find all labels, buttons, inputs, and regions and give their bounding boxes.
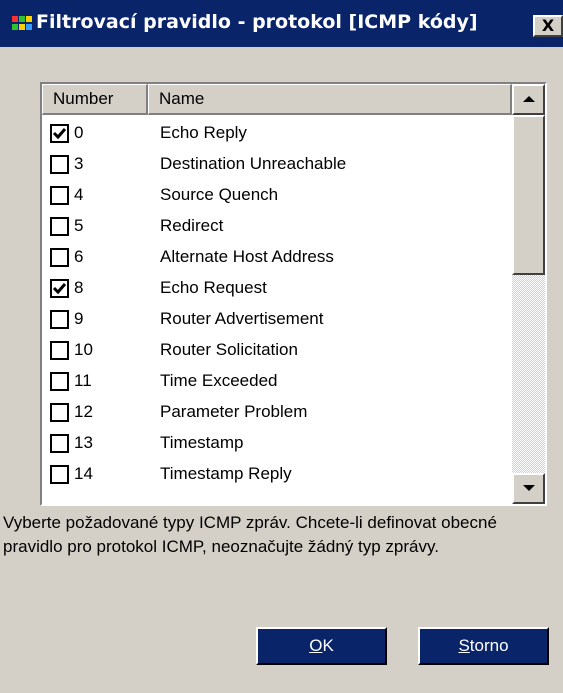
cancel-button[interactable]: Storno [418, 627, 549, 665]
row-number: 14 [74, 464, 93, 483]
row-number: 10 [74, 340, 93, 359]
row-name: Router Solicitation [160, 340, 298, 359]
ok-accelerator: O [309, 636, 323, 655]
list-item[interactable]: 12 Parameter Problem [42, 397, 512, 428]
column-header-name[interactable]: Name [148, 84, 512, 115]
row-number: 9 [74, 309, 84, 328]
row-number: 0 [74, 123, 84, 142]
row-number: 5 [74, 216, 84, 235]
vertical-scrollbar[interactable] [512, 84, 545, 504]
list-item[interactable]: 6 Alternate Host Address [42, 242, 512, 273]
column-header-number[interactable]: Number [42, 84, 148, 115]
checkmark-icon [52, 283, 67, 295]
scroll-thumb[interactable] [512, 115, 545, 275]
row-name: Redirect [160, 216, 224, 235]
row-number: 8 [74, 278, 84, 297]
row-name: Destination Unreachable [160, 154, 347, 173]
row-checkbox[interactable] [50, 434, 69, 453]
checkmark-icon [52, 128, 67, 140]
row-name: Parameter Problem [160, 402, 308, 421]
list-item[interactable]: 5 Redirect [42, 211, 512, 242]
list-item[interactable]: 10 Router Solicitation [42, 335, 512, 366]
list-header: Number Name [42, 84, 512, 115]
row-checkbox[interactable] [50, 155, 69, 174]
row-number: 12 [74, 402, 93, 421]
description-text: Vyberte požadované typy ICMP zpráv. Chce… [3, 513, 497, 556]
ok-label: K [322, 636, 334, 655]
arrow-down-icon [523, 485, 535, 491]
row-checkbox[interactable] [50, 124, 69, 143]
list-item[interactable]: 11 Time Exceeded [42, 366, 512, 397]
close-icon: X [541, 16, 555, 35]
row-checkbox[interactable] [50, 248, 69, 267]
list-item[interactable]: 0 Echo Reply [42, 118, 512, 149]
row-name: Echo Request [160, 278, 267, 297]
row-number: 4 [74, 185, 84, 204]
list-item[interactable]: 4 Source Quench [42, 180, 512, 211]
cancel-accelerator: S [458, 636, 470, 655]
row-name: Time Exceeded [160, 371, 278, 390]
row-checkbox[interactable] [50, 217, 69, 236]
app-icon [12, 16, 32, 30]
title-bar[interactable]: Filtrovací pravidlo - protokol [ICMP kód… [0, 0, 563, 47]
row-number: 3 [74, 154, 84, 173]
row-checkbox[interactable] [50, 186, 69, 205]
list-item[interactable]: 3 Destination Unreachable [42, 149, 512, 180]
row-name: Router Advertisement [160, 309, 324, 328]
row-checkbox[interactable] [50, 279, 69, 298]
row-name: Timestamp [160, 433, 244, 452]
row-number: 6 [74, 247, 84, 266]
icmp-code-list[interactable]: Number Name 0 Echo Reply 3 Destination Unre… [40, 82, 547, 506]
row-checkbox[interactable] [50, 341, 69, 360]
list-item[interactable]: 8 Echo Request [42, 273, 512, 304]
row-checkbox[interactable] [50, 372, 69, 391]
row-name: Source Quench [160, 185, 279, 204]
row-name: Echo Reply [160, 123, 247, 142]
row-checkbox[interactable] [50, 465, 69, 484]
row-name: Timestamp Reply [160, 464, 292, 483]
close-button[interactable]: X [533, 15, 563, 37]
arrow-up-icon [523, 96, 535, 102]
scroll-up-button[interactable] [512, 84, 545, 115]
list-item[interactable]: 14 Timestamp Reply [42, 459, 512, 490]
cancel-label: torno [469, 636, 509, 655]
row-name: Alternate Host Address [160, 247, 334, 266]
dialog-window: Filtrovací pravidlo - protokol [ICMP kód… [0, 0, 563, 693]
list-item[interactable]: 9 Router Advertisement [42, 304, 512, 335]
row-checkbox[interactable] [50, 403, 69, 422]
row-number: 11 [74, 371, 92, 390]
ok-button[interactable]: OK [256, 627, 387, 665]
row-number: 13 [74, 433, 93, 452]
window-title: Filtrovací pravidlo - protokol [ICMP kód… [36, 11, 478, 33]
row-checkbox[interactable] [50, 310, 69, 329]
scroll-down-button[interactable] [512, 473, 545, 504]
list-item[interactable]: 13 Timestamp [42, 428, 512, 459]
